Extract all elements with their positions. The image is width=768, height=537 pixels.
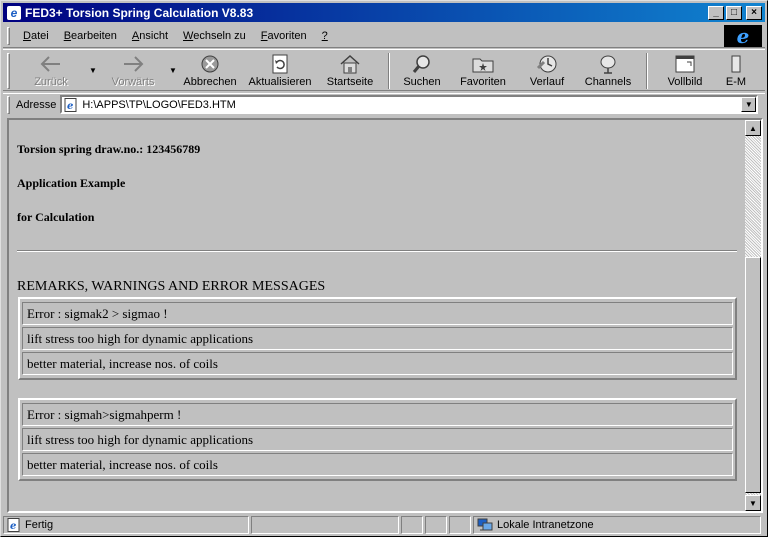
status-bar: e Fertig Lokale Intranetzone — [3, 515, 765, 535]
ie-page-icon: e — [7, 5, 21, 20]
status-zone-pane: Lokale Intranetzone — [473, 516, 761, 534]
window-title: FED3+ Torsion Spring Calculation V8.83 — [25, 5, 254, 20]
page-status-icon: e — [7, 518, 21, 532]
scroll-thumb[interactable] — [745, 257, 761, 493]
favorites-button[interactable]: Favoriten — [448, 50, 518, 90]
address-input[interactable]: e H:\APPS\TP\LOGO\FED3.HTM ▼ — [60, 95, 759, 114]
channels-button[interactable]: Channels — [576, 50, 640, 90]
status-progress-pane — [251, 516, 399, 534]
toolbar-separator-2 — [646, 53, 648, 89]
back-dropdown-icon[interactable]: ▼ — [88, 50, 98, 90]
history-icon — [535, 53, 559, 75]
application-heading: Application Example — [17, 176, 126, 190]
error-detail: lift stress too high for dynamic applica… — [22, 327, 733, 350]
forward-dropdown-icon[interactable]: ▼ — [168, 50, 178, 90]
refresh-icon — [268, 53, 292, 75]
close-button[interactable]: × — [746, 5, 762, 20]
svg-text:e: e — [67, 101, 73, 112]
draw-number-heading: Torsion spring draw.no.: 123456789 — [17, 142, 201, 156]
forward-arrow-icon — [121, 53, 145, 75]
scroll-down-icon[interactable]: ▼ — [745, 495, 761, 511]
menu-bearbeiten[interactable]: Bearbeiten — [57, 30, 125, 42]
fullscreen-icon — [673, 53, 697, 75]
ie-logo-icon: e — [724, 24, 762, 48]
horizontal-rule — [17, 250, 737, 252]
back-button[interactable]: Zurück — [14, 50, 88, 90]
menu-help[interactable]: ? — [315, 30, 336, 42]
stop-icon — [198, 53, 222, 75]
address-grip[interactable] — [7, 95, 10, 114]
page-icon: e — [64, 97, 78, 112]
forward-button[interactable]: Vorwärts — [98, 50, 168, 90]
intranet-zone-icon — [477, 518, 493, 532]
history-button[interactable]: Verlauf — [518, 50, 576, 90]
fullscreen-button[interactable]: Vollbild — [654, 50, 716, 90]
menu-favoriten[interactable]: Favoriten — [254, 30, 315, 42]
address-dropdown-icon[interactable]: ▼ — [741, 97, 757, 112]
home-button[interactable]: Startseite — [318, 50, 382, 90]
back-arrow-icon — [39, 53, 63, 75]
vertical-scrollbar[interactable]: ▲ ▼ — [745, 120, 761, 511]
toolbar-separator — [388, 53, 390, 89]
minimize-button[interactable]: _ — [708, 5, 724, 20]
channels-satellite-icon — [596, 53, 620, 75]
section-title: REMARKS, WARNINGS AND ERROR MESSAGES — [17, 279, 326, 294]
status-pane-small-1 — [401, 516, 423, 534]
mail-button[interactable]: E-M — [716, 50, 756, 90]
title-bar: e FED3+ Torsion Spring Calculation V8.83… — [3, 3, 765, 22]
error-message: Error : sigmak2 > sigmao ! — [22, 302, 733, 325]
error-detail: lift stress too high for dynamic applica… — [22, 428, 733, 451]
address-bar: Adresse e H:\APPS\TP\LOGO\FED3.HTM ▼ — [3, 93, 765, 115]
status-pane-small-3 — [449, 516, 471, 534]
zone-text: Lokale Intranetzone — [497, 519, 594, 531]
menu-ansicht[interactable]: Ansicht — [125, 30, 176, 42]
address-value: H:\APPS\TP\LOGO\FED3.HTM — [82, 98, 236, 111]
message-table-1: Error : sigmak2 > sigmao ! lift stress t… — [18, 297, 737, 380]
address-label: Adresse — [16, 98, 57, 111]
home-icon — [338, 53, 362, 75]
search-button[interactable]: Suchen — [396, 50, 448, 90]
stop-button[interactable]: Abbrechen — [178, 50, 242, 90]
page-document: Torsion spring draw.no.: 123456789 Appli… — [9, 120, 745, 511]
status-text-pane: e Fertig — [3, 516, 249, 534]
message-table-2: Error : sigmah>sigmahperm ! lift stress … — [18, 398, 737, 481]
status-text: Fertig — [25, 519, 54, 531]
mail-icon — [724, 53, 748, 75]
scroll-up-icon[interactable]: ▲ — [745, 120, 761, 136]
error-message: Error : sigmah>sigmahperm ! — [22, 403, 733, 426]
error-advice: better material, increase nos. of coils — [22, 352, 733, 375]
menu-bar: Datei Bearbeiten Ansicht Wechseln zu Fav… — [3, 24, 765, 48]
favorites-folder-icon — [471, 53, 495, 75]
maximize-button[interactable]: □ — [726, 5, 742, 20]
menu-datei[interactable]: Datei — [16, 30, 57, 42]
calculation-heading: for Calculation — [17, 210, 95, 224]
toolbar-grip[interactable] — [7, 53, 10, 89]
svg-text:e: e — [10, 521, 16, 532]
browser-window: e FED3+ Torsion Spring Calculation V8.83… — [0, 0, 768, 537]
refresh-button[interactable]: Aktualisieren — [242, 50, 318, 90]
content-area: Torsion spring draw.no.: 123456789 Appli… — [7, 118, 763, 513]
toolbar: Zurück ▼ Vorwärts ▼ Abbrechen Aktualisie… — [3, 49, 765, 91]
status-pane-small-2 — [425, 516, 447, 534]
search-icon — [410, 53, 434, 75]
menu-wechseln-zu[interactable]: Wechseln zu — [176, 30, 254, 42]
menu-grip[interactable] — [7, 26, 10, 45]
error-advice: better material, increase nos. of coils — [22, 453, 733, 476]
